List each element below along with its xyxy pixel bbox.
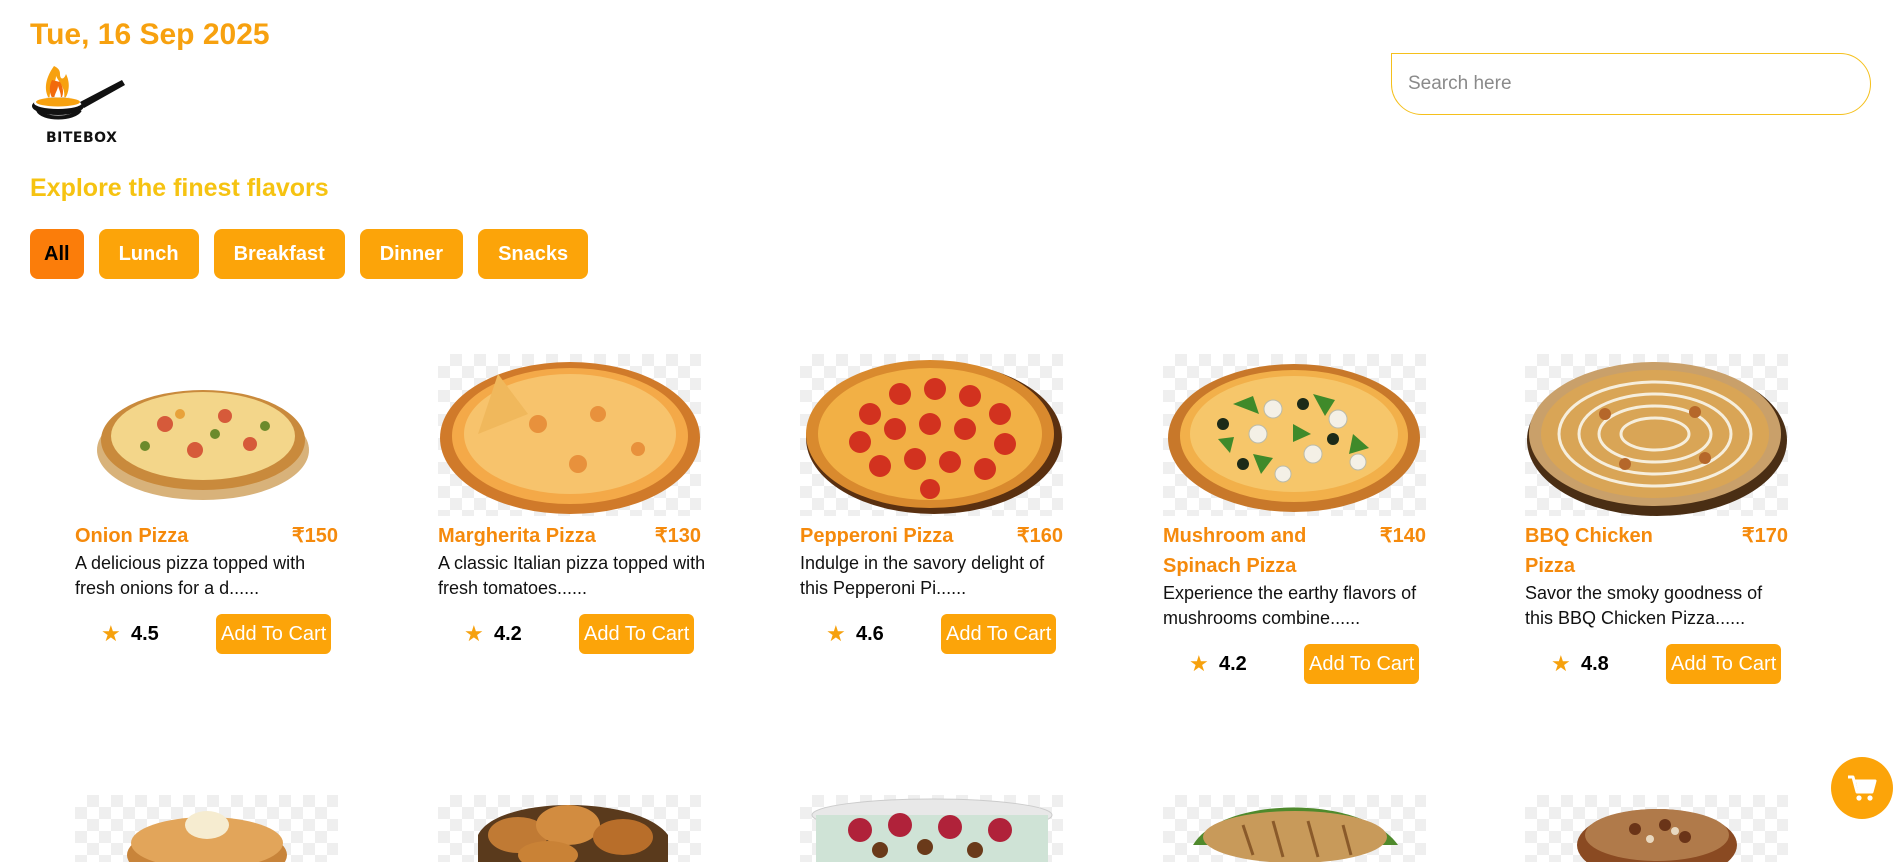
add-to-cart-button[interactable]: Add To Cart [216, 614, 332, 654]
product-description: A delicious pizza topped with fresh onio… [75, 553, 306, 598]
add-to-cart-button[interactable]: Add To Cart [1666, 644, 1782, 684]
star-icon: ★ [1189, 651, 1209, 676]
mushroom-spinach-pizza-image[interactable] [1163, 354, 1426, 516]
product-price: ₹160 [1016, 525, 1063, 547]
granola-bowl-image[interactable] [1525, 795, 1788, 862]
product-price: ₹130 [654, 525, 701, 547]
product-card: Mushroom and Spinach Pizza ₹140 Experien… [1163, 354, 1426, 684]
product-price: ₹150 [291, 525, 338, 547]
add-to-cart-button[interactable]: Add To Cart [579, 614, 695, 654]
logo-text: BITEBOX [46, 130, 118, 146]
star-icon: ★ [101, 621, 121, 646]
onion-pizza-image[interactable] [75, 354, 338, 516]
product-card: Margherita Pizza ₹130 A classic Italian … [438, 354, 705, 654]
add-to-cart-button[interactable]: Add To Cart [941, 614, 1057, 654]
date-label: Tue, 16 Sep 2025 [30, 18, 270, 51]
product-card: Pepperoni Pizza ₹160 Indulge in the savo… [800, 354, 1063, 654]
bitebox-logo[interactable]: BITEBOX [30, 58, 130, 148]
category-filter-bar: All Lunch Breakfast Dinner Snacks [30, 229, 589, 279]
product-name: BBQ Chicken Pizza [1525, 525, 1653, 577]
category-snacks-button[interactable]: Snacks [478, 229, 589, 279]
product-description: Indulge in the savory delight of this Pe… [800, 553, 1045, 598]
product-rating: 4.8 [1581, 652, 1609, 675]
fruit-bowl-image[interactable] [800, 795, 1063, 862]
product-card: Onion Pizza ₹150 A delicious pizza toppe… [75, 354, 338, 654]
star-icon: ★ [464, 621, 484, 646]
category-lunch-button[interactable]: Lunch [98, 229, 199, 279]
product-rating: 4.5 [131, 622, 159, 645]
product-card: BBQ Chicken Pizza ₹170 Savor the smoky g… [1525, 354, 1788, 684]
product-description: Experience the earthy flavors of mushroo… [1163, 583, 1417, 628]
star-icon: ★ [1551, 651, 1571, 676]
product-name: Mushroom and Spinach Pizza [1163, 525, 1307, 577]
croissants-image[interactable] [438, 795, 701, 862]
product-name: Pepperoni Pizza [800, 525, 954, 547]
search-input[interactable] [1391, 53, 1871, 115]
category-all-button[interactable]: All [30, 229, 84, 279]
product-rating: 4.2 [1219, 652, 1247, 675]
category-breakfast-button[interactable]: Breakfast [213, 229, 345, 279]
product-description: Savor the smoky goodness of this BBQ Chi… [1525, 583, 1763, 628]
bbq-chicken-pizza-image[interactable] [1525, 354, 1788, 516]
add-to-cart-button[interactable]: Add To Cart [1304, 644, 1420, 684]
sandwich-image[interactable] [1163, 795, 1426, 862]
pepperoni-pizza-image[interactable] [800, 354, 1063, 516]
margherita-pizza-image[interactable] [438, 354, 701, 516]
cart-button[interactable] [1831, 757, 1893, 819]
product-price: ₹140 [1379, 525, 1426, 547]
pancakes-image[interactable] [75, 795, 338, 862]
category-dinner-button[interactable]: Dinner [359, 229, 464, 279]
cart-icon [1848, 775, 1877, 801]
product-description: A classic Italian pizza topped with fres… [438, 553, 706, 598]
tagline: Explore the finest flavors [30, 174, 329, 202]
product-name: Onion Pizza [75, 525, 189, 547]
product-rating: 4.2 [494, 622, 522, 645]
star-icon: ★ [826, 621, 846, 646]
product-price: ₹170 [1741, 525, 1788, 547]
product-name: Margherita Pizza [438, 525, 596, 547]
product-rating: 4.6 [856, 622, 884, 645]
